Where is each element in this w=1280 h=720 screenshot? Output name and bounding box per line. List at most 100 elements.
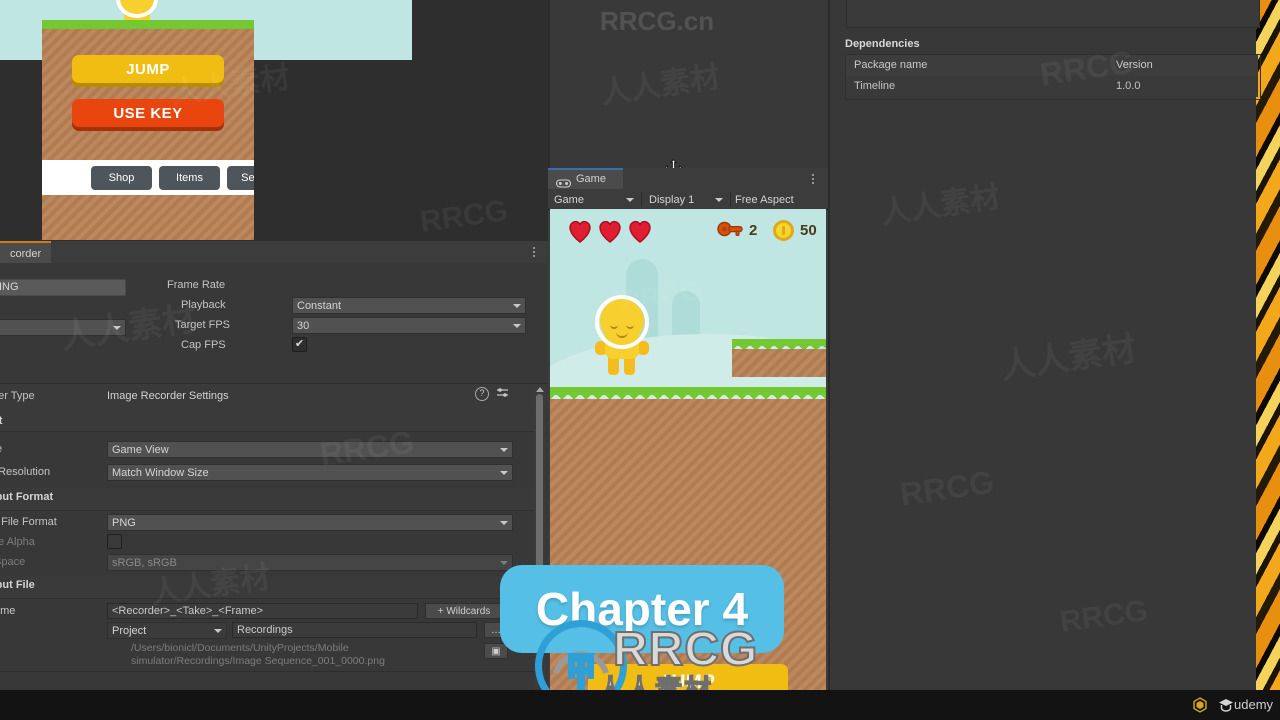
path-input[interactable]: Recordings [232,622,477,638]
input-section-label: ut [0,415,3,427]
recorder-settings-header-bg [0,384,548,408]
recorder-tab-label: corder [10,248,42,260]
game-view-toolbar: Game Display 1 Free Aspect [548,190,828,210]
cap-fps-checkbox[interactable]: ✔ [292,337,307,352]
preview-nav-shop-label: Shop [108,172,135,184]
target-fps-dropdown[interactable]: 30 [292,317,526,334]
platform-dirt [732,349,826,377]
recorder-type-label: der Type [0,390,35,402]
path-root-value: Project [112,624,147,637]
heart-icon-group [569,220,651,243]
source-dropdown[interactable]: Game View [107,441,513,458]
wildcards-button[interactable]: + Wildcards [425,603,503,619]
package-description-box [846,0,1260,28]
display-label: Display 1 [649,194,695,206]
package-panel-left-edge [828,0,830,700]
recorder-type-value: Image Recorder Settings [107,390,229,402]
source-label: e [0,443,2,455]
middle-panel-background [548,0,828,168]
output-format-section-label: tput Format [0,491,54,503]
dependencies-table: Package name Version Timeline 1.0.0 [845,54,1261,100]
unity-glyph [1193,697,1207,713]
playback-dropdown[interactable]: Constant [292,297,526,314]
chevron-down-icon [513,303,521,308]
chevron-down-icon [513,323,521,328]
chevron-down-icon [500,560,508,565]
hud-coin: 50 [773,219,826,241]
aspect-select[interactable]: Free Aspect [735,194,794,206]
include-alpha-label: de Alpha [0,536,35,548]
dependencies-header-row: Package name Version [846,55,1258,77]
preview-nav-settings[interactable]: Settings [227,166,254,190]
target-display-label: Game [554,194,584,206]
media-file-format-dropdown[interactable]: PNG [107,514,513,531]
udemy-glyph [1219,699,1233,712]
recorder-status-field[interactable]: ING [0,279,126,296]
taskbar [0,690,1280,720]
file-name-input[interactable]: <Recorder>_<Take>_<Frame> [107,603,418,619]
preview-mobile-frame: JUMP USE KEY Shop Items Settings [42,0,254,240]
preview-jump-button[interactable]: JUMP [72,55,224,83]
hud-hearts [566,217,676,245]
file-name-label: ame [0,605,16,617]
output-resolution-label: t Resolution [0,466,51,478]
toolbar-divider-1 [641,192,642,207]
sliders-glyph [497,388,508,397]
resolved-path-line1: /Users/bionicl/Documents/UnityProjects/M… [131,642,349,654]
game-view-tabbar: Game [548,168,828,190]
chevron-down-icon [214,628,222,633]
preview-nav-items[interactable]: Items [159,166,220,190]
scroll-up-arrow-icon[interactable] [535,387,544,392]
color-space-label: Space [0,556,26,568]
game-controller-glyph [555,179,572,188]
path-root-dropdown[interactable]: Project [107,622,227,639]
table-row[interactable]: Timeline 1.0.0 [846,76,1258,97]
preview-jump-label: JUMP [126,60,170,78]
udemy-icon[interactable] [1218,697,1234,713]
recorder-take-dropdown[interactable] [0,319,126,336]
chevron-down-icon [113,325,121,330]
file-name-value: <Recorder>_<Take>_<Frame> [112,604,264,617]
tab-game-label: Game [576,173,606,185]
preset-settings-icon[interactable] [496,387,509,399]
platform-dirt-texture [732,349,826,377]
rrcg-watermark-logo-group: RRCG 人人素材 [535,620,765,712]
recorder-bottom-divider [0,671,534,672]
recorder-tabbar: corder [0,241,548,263]
playback-value: Constant [297,299,342,312]
heart-icon [569,220,591,243]
display-select[interactable]: Display 1 [645,192,727,208]
preview-nav-settings-label: Settings [241,172,254,184]
target-fps-label: Target FPS [175,319,231,331]
chevron-down-icon [500,470,508,475]
recorder-status-value: ING [0,281,19,293]
output-file-section-header [0,576,534,599]
game-view-kebab-icon[interactable] [806,171,820,187]
recorder-tab[interactable]: corder [0,241,52,263]
player-shield-bubble [595,295,649,349]
coin-icon [773,219,794,241]
color-space-dropdown[interactable]: sRGB, sRGB [107,554,513,571]
output-resolution-dropdown[interactable]: Match Window Size [107,464,513,481]
help-icon[interactable]: ? [475,387,489,401]
include-alpha-checkbox[interactable] [107,534,122,549]
package-details-panel [828,0,1256,700]
target-display-select[interactable]: Game [550,192,638,208]
recorder-window-kebab-icon[interactable] [527,244,541,260]
player-character [593,295,653,377]
hud-key: 2 [717,219,771,241]
chevron-down-icon [626,198,634,202]
preview-use-key-button[interactable]: USE KEY [72,99,224,127]
preview-nav-items-label: Items [176,172,203,184]
unity-app-icon[interactable] [1192,697,1208,713]
preview-nav-shop[interactable]: Shop [91,166,152,190]
preview-nav-bar: Shop Items Settings [42,160,254,195]
media-file-format-label: a File Format [0,516,57,528]
desktop-background-stripes [1255,0,1280,700]
hud-coin-count: 50 [800,221,817,239]
tab-game[interactable]: Game [548,168,623,189]
checkmark-icon: ✔ [294,338,305,350]
chevron-down-icon [715,198,723,202]
wildcards-label: + Wildcards [437,605,491,617]
heart-icon [599,220,621,243]
